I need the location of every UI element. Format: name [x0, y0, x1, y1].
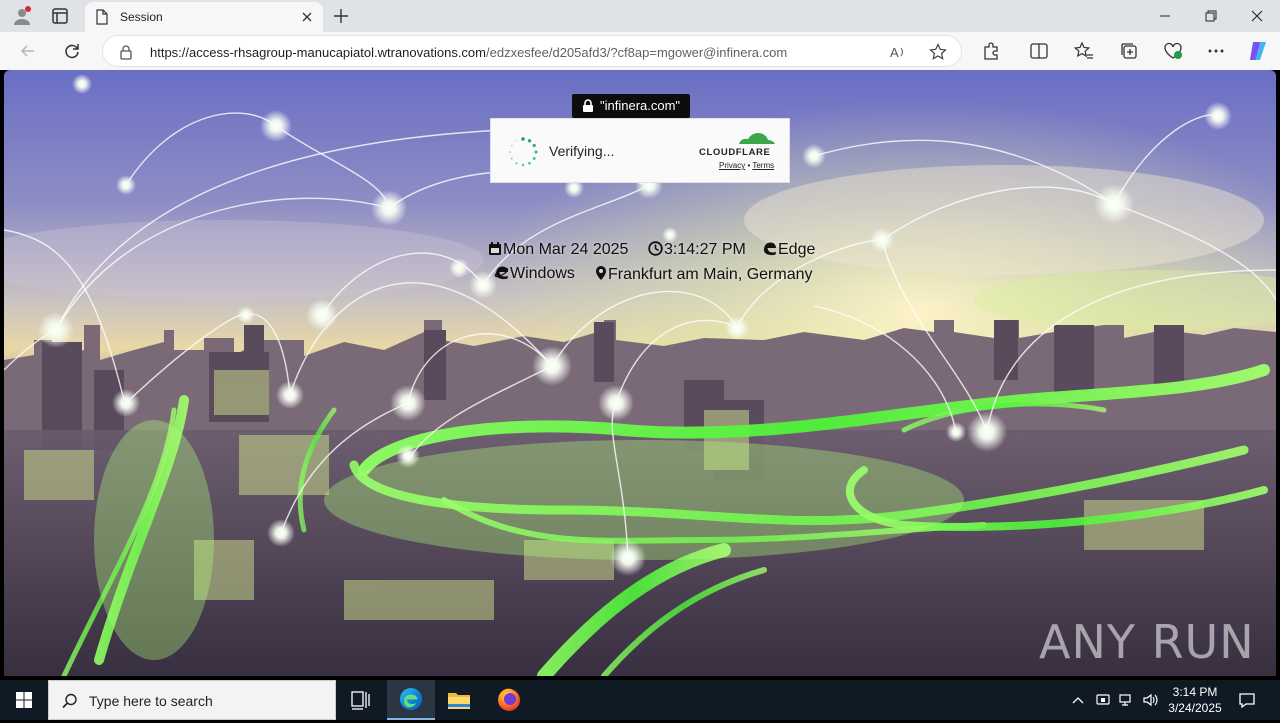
url-path: /edzxesfee/d205afd3/?cf8ap=mgower@infine… — [486, 45, 788, 60]
system-clock[interactable]: 3:14 PM 3/24/2025 — [1160, 684, 1230, 716]
map-pin-icon — [596, 266, 606, 280]
terms-link[interactable]: Terms — [752, 161, 774, 170]
ie-icon — [494, 266, 509, 280]
profile-icon[interactable] — [12, 6, 32, 26]
file-explorer-icon[interactable] — [435, 680, 483, 720]
domain-badge: "infinera.com" — [572, 94, 691, 118]
favorites-icon[interactable] — [1074, 41, 1094, 61]
url-host: https://access-rhsagroup-manucapiatol.wt… — [150, 45, 486, 60]
health-icon[interactable] — [1163, 41, 1183, 61]
captcha-links: Privacy • Terms — [719, 161, 774, 170]
chevron-up-icon[interactable] — [1070, 692, 1086, 708]
calendar-icon — [489, 242, 501, 255]
info-time: 3:14:27 PM — [648, 241, 746, 259]
tab-strip: Session — [0, 0, 1280, 32]
tab-actions-icon[interactable] — [50, 6, 70, 26]
edge-icon — [764, 242, 776, 256]
security-tray-icon[interactable] — [1095, 692, 1111, 708]
search-icon — [62, 693, 77, 709]
captcha-widget[interactable]: Verifying... CLOUDFLARE Privacy • Terms — [490, 118, 790, 183]
browser-text: Edge — [778, 241, 816, 258]
volume-icon[interactable] — [1142, 692, 1158, 708]
refresh-icon[interactable] — [62, 41, 82, 61]
info-location: Frankfurt am Main, Germany — [595, 265, 813, 284]
notification-icon[interactable] — [1238, 691, 1256, 709]
cloudflare-logo: CLOUDFLARE — [699, 133, 775, 158]
windows-logo-icon[interactable] — [0, 680, 48, 720]
copilot-icon[interactable] — [1247, 40, 1269, 62]
clock-date: 3/24/2025 — [1168, 701, 1222, 715]
more-icon[interactable] — [1206, 41, 1226, 61]
edge-icon — [400, 688, 422, 710]
cloudflare-wordmark: CLOUDFLARE — [699, 147, 770, 158]
address-bar[interactable]: https://access-rhsagroup-manucapiatol.wt… — [102, 35, 962, 67]
loading-spinner-icon — [509, 137, 538, 167]
close-icon[interactable] — [298, 8, 316, 26]
page-viewport: "infinera.com" Verifying... CLOUDFLARE P… — [4, 70, 1276, 676]
os-text: Windows — [510, 265, 575, 282]
info-browser: Edge — [762, 241, 815, 259]
link-separator: • — [747, 161, 751, 170]
search-placeholder: Type here to search — [89, 693, 213, 709]
lock-icon — [583, 99, 593, 112]
domain-badge-text: "infinera.com" — [600, 98, 681, 113]
time-text: 3:14:27 PM — [664, 241, 746, 258]
minimize-icon[interactable] — [1155, 6, 1175, 26]
location-text: Frankfurt am Main, Germany — [608, 266, 813, 283]
back-icon[interactable] — [18, 41, 38, 61]
collections-icon[interactable] — [1119, 41, 1139, 61]
lock-icon[interactable] — [119, 44, 133, 60]
info-os: Windows — [494, 265, 575, 283]
privacy-link[interactable]: Privacy — [719, 161, 745, 170]
taskbar: Type here to search 3:14 PM 3/24/2025 — [0, 680, 1280, 720]
taskbar-search[interactable]: Type here to search — [48, 680, 336, 720]
tab-session[interactable]: Session — [85, 2, 323, 32]
url-text: https://access-rhsagroup-manucapiatol.wt… — [150, 45, 787, 60]
firefox-icon[interactable] — [485, 680, 533, 720]
read-aloud-icon[interactable]: A — [889, 43, 907, 61]
document-icon — [96, 9, 108, 25]
svg-text:A: A — [890, 45, 899, 60]
clock-icon — [648, 241, 663, 256]
browser-toolbar: https://access-rhsagroup-manucapiatol.wt… — [0, 32, 1280, 70]
watermark: ANY RUN — [1039, 615, 1255, 669]
network-icon[interactable] — [1118, 692, 1134, 708]
window-close-icon[interactable] — [1247, 6, 1267, 26]
taskbar-edge[interactable] — [387, 680, 435, 720]
info-date: Mon Mar 24 2025 — [488, 241, 628, 259]
split-screen-icon[interactable] — [1029, 41, 1049, 61]
clock-time: 3:14 PM — [1172, 685, 1218, 699]
task-view-icon[interactable] — [336, 680, 384, 720]
tab-title: Session — [120, 10, 163, 24]
captcha-status: Verifying... — [549, 143, 615, 159]
plus-icon[interactable] — [331, 6, 351, 26]
extensions-icon[interactable] — [981, 41, 1001, 61]
restore-icon[interactable] — [1201, 6, 1221, 26]
star-icon[interactable] — [929, 43, 947, 61]
date-text: Mon Mar 24 2025 — [503, 241, 629, 258]
